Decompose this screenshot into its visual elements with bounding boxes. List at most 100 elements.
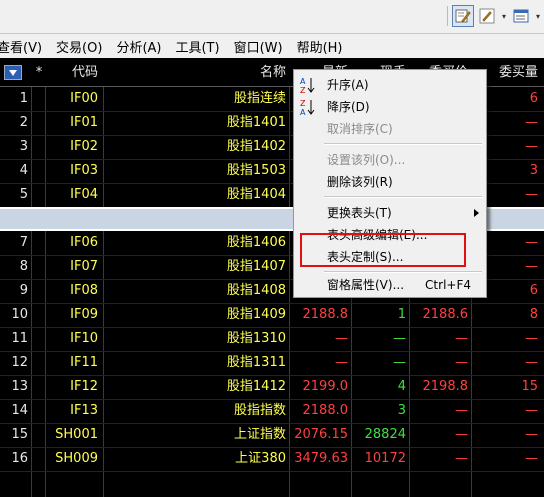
row-name: 股指1503 bbox=[226, 163, 286, 178]
column-selector[interactable] bbox=[3, 60, 27, 86]
menu-item[interactable]: 分析(A) bbox=[109, 37, 168, 56]
table-row[interactable]: 13 IF12 股指1412 2199.0 4 2198.8 15 bbox=[0, 375, 544, 400]
row-code: IF00 bbox=[70, 91, 98, 106]
row-name: 股指1412 bbox=[226, 379, 286, 394]
header-code[interactable]: 代码 bbox=[46, 60, 104, 86]
menu-item[interactable]: 帮助(H) bbox=[290, 37, 350, 56]
row-bid-price: — bbox=[455, 427, 468, 442]
list-icon[interactable] bbox=[510, 5, 532, 27]
chevron-down-icon[interactable]: ▾ bbox=[500, 12, 508, 21]
edit-icon[interactable] bbox=[452, 5, 474, 27]
row-star bbox=[32, 255, 46, 279]
row-code: IF09 bbox=[70, 307, 98, 322]
row-star bbox=[32, 327, 46, 351]
row-price: 2076.15 bbox=[294, 427, 348, 442]
menu-item[interactable]: 窗口(W) bbox=[227, 37, 290, 56]
row-number: 4 bbox=[19, 163, 28, 178]
row-name: 股指1409 bbox=[226, 307, 286, 322]
row-star bbox=[32, 399, 46, 423]
row-code: IF13 bbox=[70, 403, 98, 418]
row-name: 股指1407 bbox=[226, 259, 286, 274]
context-menu-item[interactable]: A Z 升序(A) bbox=[295, 74, 485, 96]
row-code: IF08 bbox=[70, 283, 98, 298]
header-name[interactable]: 名称 bbox=[104, 60, 290, 86]
row-volume: 10172 bbox=[364, 451, 406, 466]
row-code: IF06 bbox=[70, 235, 98, 250]
menu-item[interactable]: 交易(O) bbox=[49, 37, 109, 56]
table-row[interactable]: 11 IF10 股指1310 — — — — bbox=[0, 327, 544, 352]
sort-descending-icon: ZA bbox=[299, 98, 317, 117]
header-star[interactable]: * bbox=[32, 60, 46, 86]
row-code: SH009 bbox=[55, 451, 98, 466]
row-star bbox=[32, 111, 46, 135]
row-number: 3 bbox=[19, 139, 28, 154]
context-menu-label: 取消排序(C) bbox=[327, 122, 393, 136]
row-number: 13 bbox=[11, 379, 28, 394]
row-volume: 28824 bbox=[364, 427, 406, 442]
row-star bbox=[32, 231, 46, 255]
row-number: 2 bbox=[19, 115, 28, 130]
row-star bbox=[32, 279, 46, 303]
row-name: 股指1408 bbox=[226, 283, 286, 298]
row-name: 上证指数 bbox=[233, 427, 286, 442]
row-price: 2188.0 bbox=[302, 403, 349, 418]
context-menu-label: 升序(A) bbox=[327, 78, 369, 92]
row-star bbox=[32, 183, 46, 207]
context-menu-item[interactable]: 删除该列(R) bbox=[295, 171, 485, 193]
menu-separator bbox=[324, 143, 482, 145]
chevron-down-icon bbox=[9, 70, 17, 76]
row-name: 股指1406 bbox=[226, 235, 286, 250]
row-price: 2199.0 bbox=[302, 379, 349, 394]
table-row[interactable]: 14 IF13 股指指数 2188.0 3 — — bbox=[0, 399, 544, 424]
row-star bbox=[32, 447, 46, 471]
table-row[interactable]: 15 SH001 上证指数 2076.15 28824 — — bbox=[0, 423, 544, 448]
row-price: 3479.63 bbox=[294, 451, 348, 466]
row-number: 14 bbox=[11, 403, 28, 418]
svg-text:A: A bbox=[300, 108, 306, 116]
context-menu-item: 取消排序(C) bbox=[295, 118, 485, 140]
row-code: IF03 bbox=[70, 163, 98, 178]
row-bid-volume: — bbox=[525, 355, 538, 370]
row-code: IF04 bbox=[70, 187, 98, 202]
pencil-icon[interactable] bbox=[476, 5, 498, 27]
row-number: 12 bbox=[11, 355, 28, 370]
context-menu-item[interactable]: Z A 降序(D) bbox=[295, 96, 485, 118]
table-row[interactable]: 10 IF09 股指1409 2188.8 1 2188.6 8 bbox=[0, 303, 544, 328]
row-bid-volume: — bbox=[525, 427, 538, 442]
table-row[interactable]: 12 IF11 股指1311 — — — — bbox=[0, 351, 544, 376]
row-number: 8 bbox=[19, 259, 28, 274]
menu-separator bbox=[324, 271, 482, 273]
chevron-down-icon[interactable]: ▾ bbox=[534, 12, 542, 21]
row-bid-volume: 15 bbox=[521, 379, 538, 394]
row-bid-price: — bbox=[455, 403, 468, 418]
toolbar: ▾ ▾ bbox=[0, 0, 544, 34]
row-bid-volume: — bbox=[525, 331, 538, 346]
row-bid-volume: — bbox=[525, 403, 538, 418]
dropdown-button[interactable] bbox=[4, 65, 22, 80]
menu-item[interactable]: 查看(V) bbox=[0, 37, 49, 56]
row-number: 15 bbox=[11, 427, 28, 442]
row-star bbox=[32, 303, 46, 327]
row-bid-price: 2198.8 bbox=[422, 379, 469, 394]
row-price: 2188.8 bbox=[302, 307, 349, 322]
svg-text:Z: Z bbox=[300, 86, 306, 94]
table-row[interactable]: 16 SH009 上证380 3479.63 10172 — — bbox=[0, 447, 544, 472]
row-name: 股指1311 bbox=[226, 355, 286, 370]
row-star bbox=[32, 375, 46, 399]
row-number: 7 bbox=[19, 235, 28, 250]
row-number: 5 bbox=[19, 187, 28, 202]
context-menu-item[interactable]: 更换表头(T) bbox=[295, 202, 485, 224]
shortcut-label: Ctrl+F4 bbox=[425, 278, 471, 292]
row-star bbox=[32, 135, 46, 159]
row-volume: — bbox=[393, 355, 406, 370]
context-menu-item[interactable]: 窗格属性(V)... Ctrl+F4 bbox=[295, 274, 485, 296]
row-code: SH001 bbox=[55, 427, 98, 442]
menu-item[interactable]: 工具(T) bbox=[168, 37, 226, 56]
svg-text:Z: Z bbox=[300, 99, 306, 108]
row-code: IF07 bbox=[70, 259, 98, 274]
row-star bbox=[32, 423, 46, 447]
row-bid-price: 2188.6 bbox=[422, 307, 469, 322]
row-code: IF11 bbox=[70, 355, 98, 370]
row-star bbox=[32, 159, 46, 183]
menu-separator bbox=[324, 196, 482, 198]
